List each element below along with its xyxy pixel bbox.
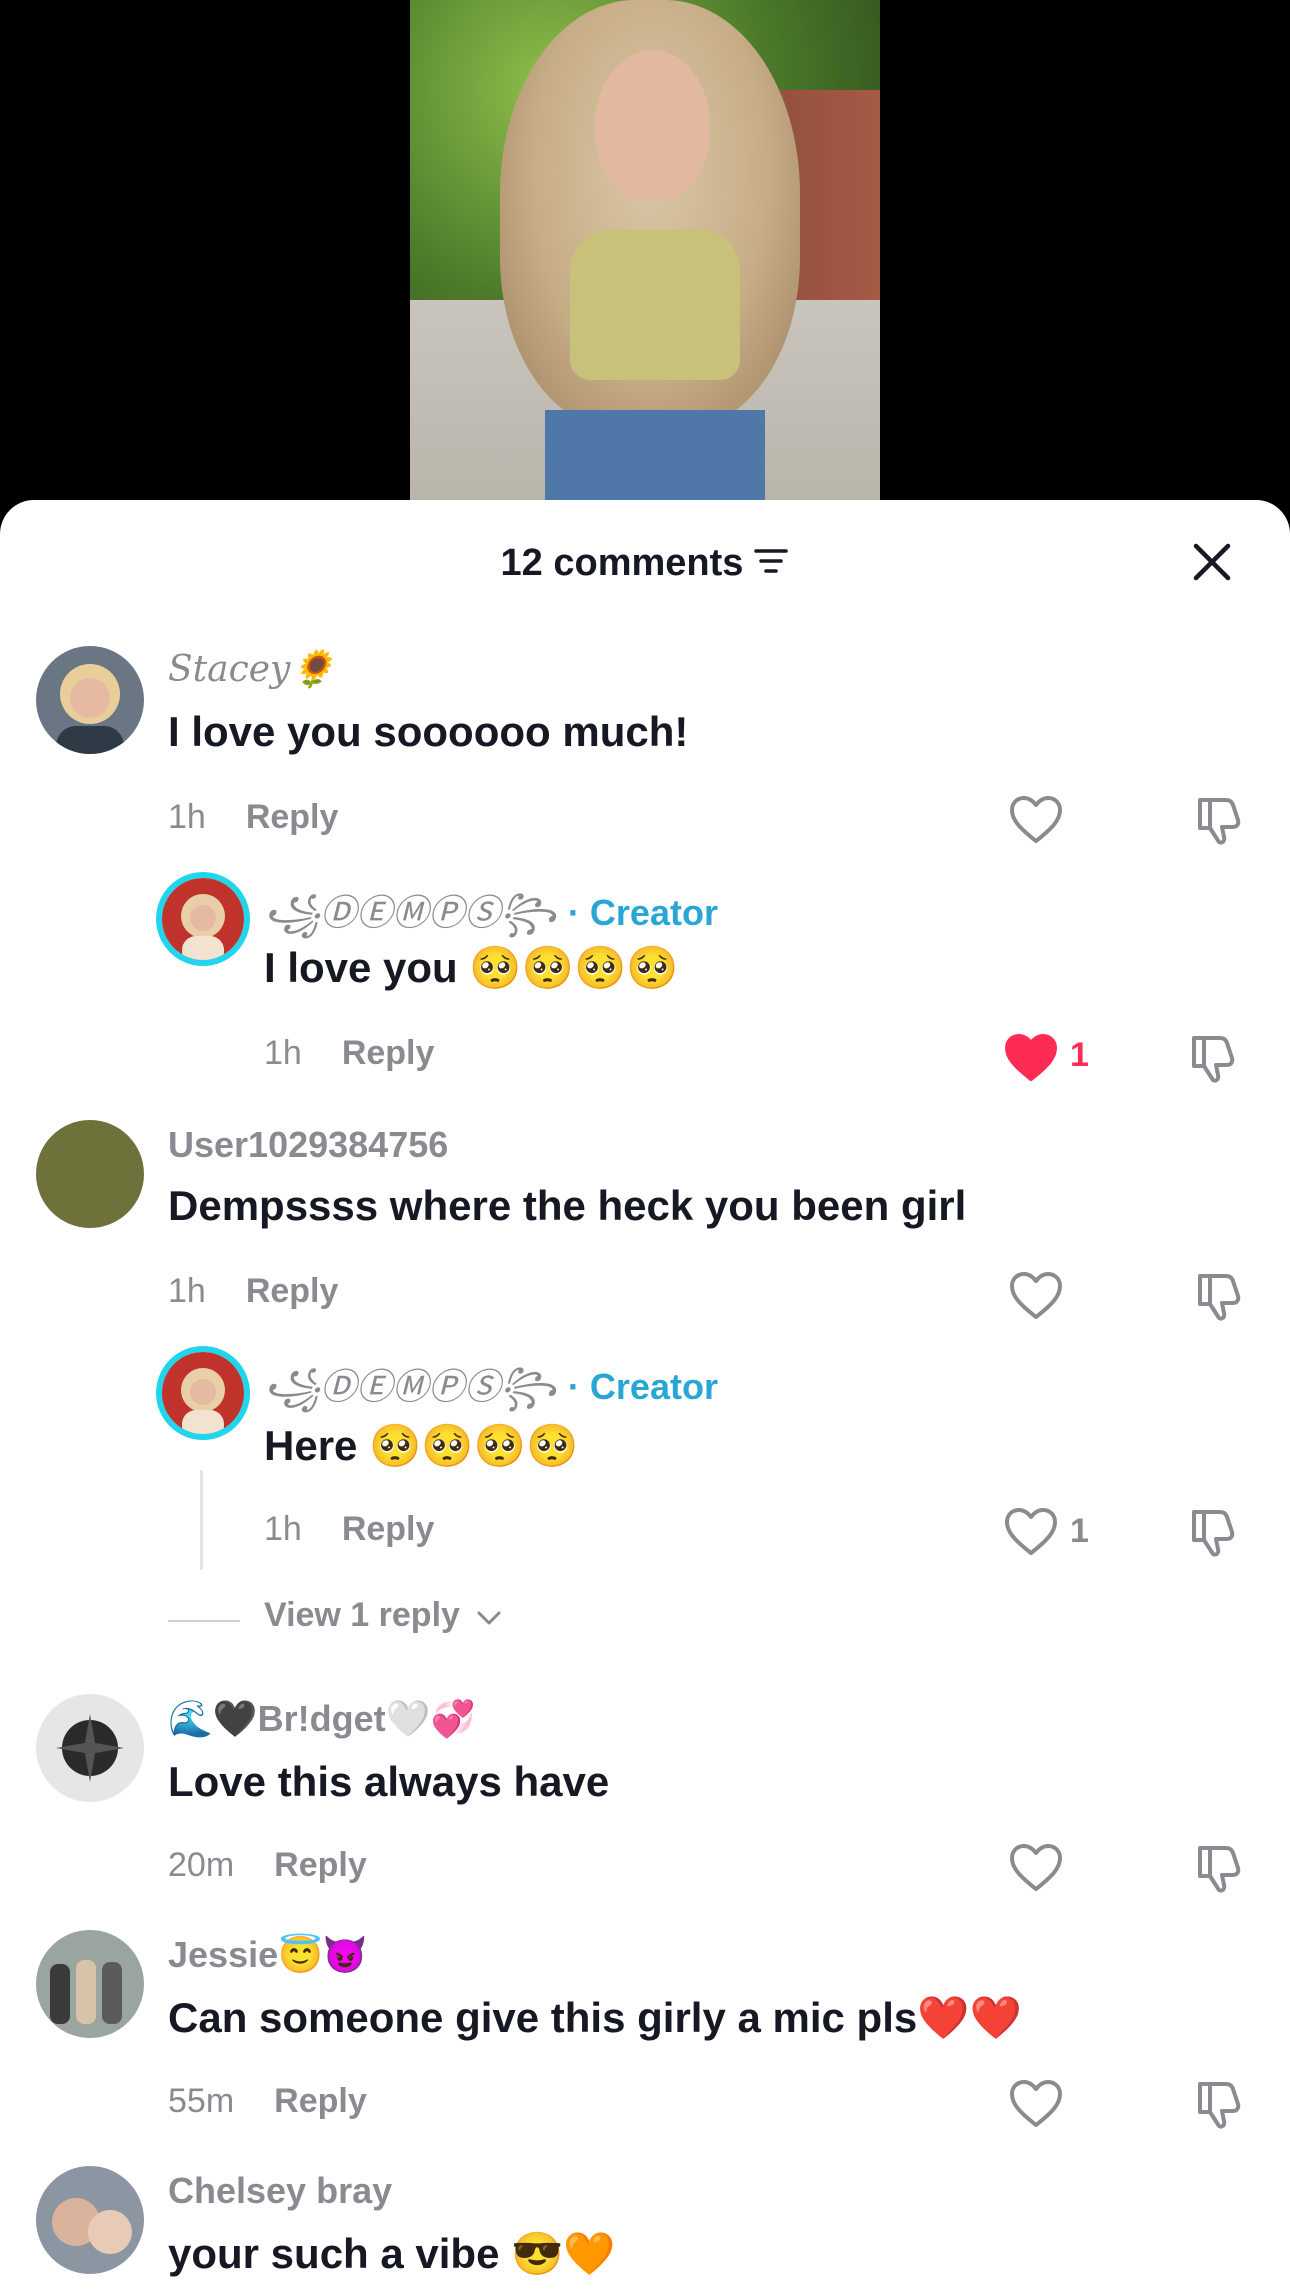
- comment-time: 55m: [168, 2082, 235, 2120]
- sort-icon[interactable]: [753, 543, 789, 586]
- comment-time: 20m: [168, 1846, 235, 1884]
- comment-meta: 1h Reply: [168, 1272, 338, 1311]
- thread-line: [200, 1470, 203, 1570]
- reply-button[interactable]: Reply: [342, 1034, 435, 1072]
- video-subject-top: [570, 230, 740, 380]
- dislike-icon[interactable]: [1190, 792, 1250, 852]
- view-replies-button[interactable]: View 1 reply: [264, 1596, 503, 1637]
- avatar[interactable]: [36, 1694, 144, 1802]
- video-subject-face: [595, 50, 710, 200]
- comment-username[interactable]: 🌊🖤Br!dget🤍💞: [168, 1698, 475, 1740]
- reply-button[interactable]: Reply: [246, 798, 339, 836]
- dislike-icon[interactable]: [1190, 1268, 1250, 1328]
- comment-text: your such a vibe 😎🧡: [168, 2230, 616, 2277]
- reply-username-label: ꧁ⒹⒺⓂⓅⓈ꧂: [264, 893, 557, 934]
- comments-sheet: 12 comments Stacey🌻 I love you soooooo m…: [0, 500, 1290, 2292]
- reply-button[interactable]: Reply: [342, 1510, 435, 1548]
- creator-badge: · Creator: [567, 892, 718, 933]
- avatar[interactable]: [36, 2166, 144, 2274]
- reply-button[interactable]: Reply: [246, 1272, 339, 1310]
- dislike-icon[interactable]: [1190, 2076, 1250, 2136]
- close-icon[interactable]: [1188, 538, 1236, 586]
- comment-text: Love this always have: [168, 1758, 610, 1805]
- heart-icon[interactable]: [1008, 794, 1068, 850]
- heart-icon[interactable]: [1003, 1506, 1063, 1562]
- reply-meta: 1h Reply: [264, 1510, 434, 1549]
- comment-username[interactable]: Chelsey bray: [168, 2170, 392, 2212]
- heart-icon[interactable]: [1008, 1842, 1068, 1898]
- comment-meta: 1h Reply: [168, 798, 338, 837]
- dislike-icon[interactable]: [1184, 1504, 1244, 1564]
- reply-meta: 1h Reply: [264, 1034, 434, 1073]
- comment-text: Dempssss where the heck you been girl: [168, 1182, 967, 1229]
- comment-count-title[interactable]: 12 comments: [0, 542, 1290, 586]
- dislike-icon[interactable]: [1184, 1030, 1244, 1090]
- dislike-icon[interactable]: [1190, 1840, 1250, 1900]
- reply-time: 1h: [264, 1510, 302, 1548]
- comment-meta: 55m Reply: [168, 2082, 367, 2121]
- reply-button[interactable]: Reply: [274, 1846, 367, 1884]
- like-count: 1: [1070, 1036, 1089, 1074]
- reply-username-label: ꧁ⒹⒺⓂⓅⓈ꧂: [264, 1367, 557, 1408]
- heart-icon[interactable]: [1008, 1270, 1068, 1326]
- comment-meta: 20m Reply: [168, 1846, 367, 1885]
- creator-badge: · Creator: [567, 1366, 718, 1407]
- comment-text: Can someone give this girly a mic pls❤️❤…: [168, 1994, 1022, 2041]
- avatar[interactable]: [36, 1120, 144, 1228]
- avatar[interactable]: [36, 1930, 144, 2038]
- view-replies-label: View 1 reply: [264, 1596, 460, 1634]
- video-subject-jeans: [545, 410, 765, 510]
- comment-time: 1h: [168, 798, 206, 836]
- comment-username[interactable]: Stacey🌻: [168, 648, 335, 690]
- like-count: 1: [1070, 1512, 1089, 1550]
- reply-button[interactable]: Reply: [274, 2082, 367, 2120]
- comment-username[interactable]: User1029384756: [168, 1124, 448, 1166]
- creator-avatar[interactable]: [156, 872, 250, 966]
- chevron-down-icon: [475, 1598, 503, 1637]
- comment-text: I love you soooooo much!: [168, 708, 689, 755]
- video-preview[interactable]: [410, 0, 880, 510]
- heart-icon[interactable]: [1003, 1032, 1063, 1088]
- comment-time: 1h: [168, 1272, 206, 1310]
- comment-count-label: 12 comments: [500, 542, 744, 584]
- reply-text: Here 🥺🥺🥺🥺: [264, 1422, 579, 1469]
- reply-username[interactable]: ꧁ⒹⒺⓂⓅⓈ꧂ · Creator: [264, 1358, 718, 1432]
- reply-text: I love you 🥺🥺🥺🥺: [264, 944, 679, 991]
- heart-icon[interactable]: [1008, 2078, 1068, 2134]
- creator-avatar[interactable]: [156, 1346, 250, 1440]
- view-replies-divider: [168, 1620, 240, 1622]
- reply-time: 1h: [264, 1034, 302, 1072]
- comments-header: 12 comments: [0, 538, 1290, 594]
- comment-username[interactable]: Jessie😇😈: [168, 1934, 368, 1976]
- avatar[interactable]: [36, 646, 144, 754]
